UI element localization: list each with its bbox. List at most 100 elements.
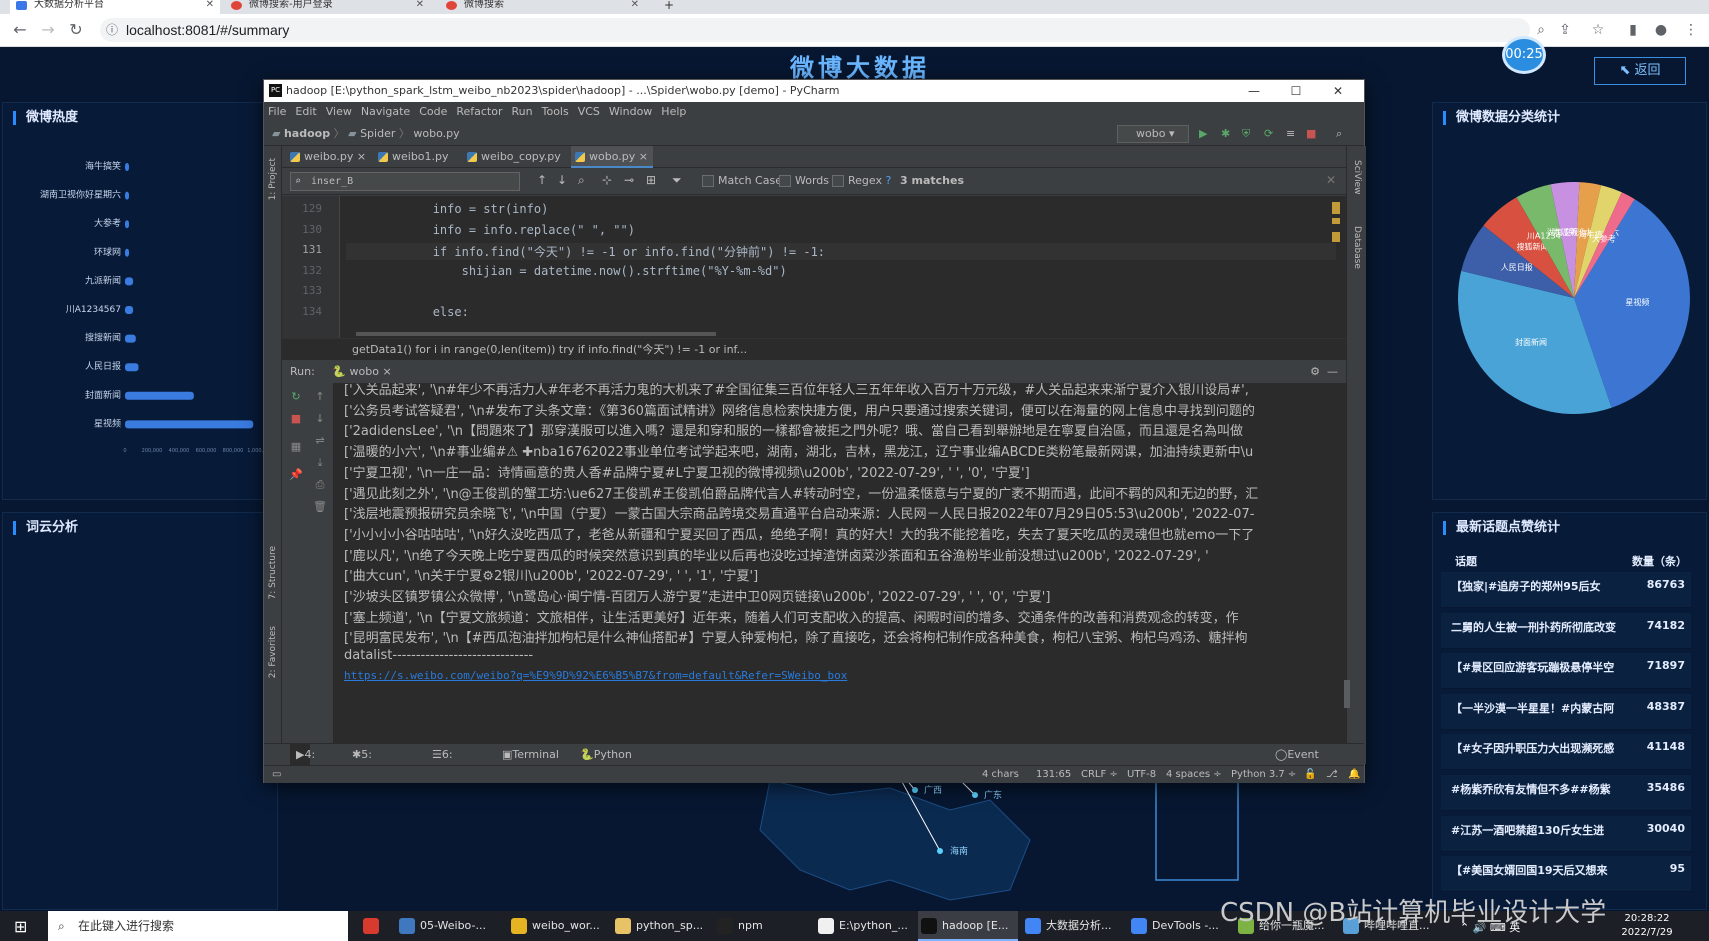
table-row[interactable]: 【#美国女婿回国19天后又想来 95: [1441, 856, 1691, 893]
hide-panel-icon[interactable]: —: [1327, 361, 1338, 383]
taskbar-app[interactable]: DevTools -...: [1128, 911, 1228, 941]
notifications-icon[interactable]: 🔔: [1348, 766, 1360, 783]
tab-wobo[interactable]: wobo.py ×: [571, 146, 653, 168]
run-console[interactable]: ['入关品起来', '\n#年少不再活力人#年老不再活力鬼的大机来了#全国征集三…: [334, 383, 1346, 743]
tab-weibo1[interactable]: weibo1.py ×: [374, 146, 460, 185]
run-icon[interactable]: ▶: [1199, 122, 1207, 146]
bar[interactable]: [125, 391, 194, 400]
menu-item[interactable]: View: [326, 105, 352, 118]
forward-arrow-icon[interactable]: →: [38, 20, 58, 40]
wrap-icon[interactable]: ⇌: [312, 433, 328, 449]
menu-item[interactable]: Code: [419, 105, 447, 118]
taskbar-app[interactable]: python_sp...: [612, 911, 712, 941]
structure-tool-tab[interactable]: 7: Structure: [268, 546, 278, 600]
taskbar-app[interactable]: weibo_wor...: [508, 911, 608, 941]
words-checkbox[interactable]: Words: [779, 174, 829, 188]
taskbar-app[interactable]: 05-Weibo-...: [396, 911, 496, 941]
console-link[interactable]: https://s.weibo.com/weibo?q=%E9%9D%92%E6…: [344, 669, 847, 682]
menu-item[interactable]: File: [268, 105, 286, 118]
remove-selection-icon[interactable]: ⊸: [624, 173, 634, 187]
bar[interactable]: [125, 277, 134, 286]
browser-tab-search[interactable]: 微博搜索 ✕: [440, 0, 645, 14]
url-input[interactable]: ⓘ localhost:8081/#/summary: [100, 18, 1530, 42]
stop-icon[interactable]: ■: [1306, 122, 1316, 146]
profile-icon[interactable]: ●: [1652, 21, 1670, 39]
layout-icon[interactable]: ▭: [272, 766, 281, 783]
git-icon[interactable]: ⎇: [1326, 766, 1338, 783]
taskbar-search-input[interactable]: ⌕ 在此键入进行搜索: [48, 911, 348, 941]
close-icon[interactable]: ✕: [631, 0, 639, 10]
table-row[interactable]: #江苏一酒吧禁超130斤女生进 30040: [1441, 815, 1691, 852]
match-case-checkbox[interactable]: Match Case: [702, 174, 782, 188]
add-selection-icon[interactable]: ⊹: [602, 173, 612, 187]
taskbar-app[interactable]: npm: [714, 911, 814, 941]
scroll-end-icon[interactable]: ⤓: [312, 455, 328, 471]
interpreter[interactable]: Python 3.7 ÷: [1231, 766, 1296, 783]
code-editor[interactable]: 129 130 131 132 133 134 info = str(info) info…: [282, 196, 1346, 338]
menu-item[interactable]: Help: [661, 105, 686, 118]
debug-tool-button[interactable]: ✱ 5: Debug: [352, 744, 397, 783]
coverage-icon[interactable]: ⛨: [1242, 122, 1250, 146]
project-tool-tab[interactable]: 1: Project: [268, 158, 278, 200]
minimize-icon[interactable]: —: [1234, 80, 1274, 102]
build-icon[interactable]: ≡: [1286, 122, 1295, 146]
bar[interactable]: [125, 163, 129, 171]
database-tool-tab[interactable]: Database: [1352, 226, 1362, 269]
bar[interactable]: [125, 248, 129, 257]
regex-checkbox[interactable]: Regex ?: [832, 174, 891, 188]
indent-setting[interactable]: 4 spaces ÷: [1166, 766, 1222, 783]
close-icon[interactable]: ✕: [416, 0, 424, 10]
table-row[interactable]: 【一半沙漠一半星星！#内蒙古阿 48387: [1441, 693, 1691, 730]
find-input[interactable]: ⌕ inser_B: [290, 172, 520, 191]
zoom-icon[interactable]: ⌕: [1532, 21, 1550, 39]
close-find-icon[interactable]: ✕: [1326, 173, 1336, 187]
menu-item[interactable]: Refactor: [456, 105, 502, 118]
menu-item[interactable]: Run: [512, 105, 533, 118]
star-icon[interactable]: ☆: [1589, 21, 1607, 39]
find-all-icon[interactable]: ⌕: [578, 173, 585, 188]
table-row[interactable]: #杨紫乔欣有友情但不多##杨紫 35486: [1441, 775, 1691, 811]
pin-icon[interactable]: 📌: [288, 467, 304, 483]
menu-item[interactable]: Navigate: [361, 105, 410, 118]
menu-item[interactable]: Window: [609, 105, 652, 118]
reload-icon[interactable]: ↻: [66, 20, 86, 40]
table-row[interactable]: 【#女子因升职压力大出现濒死感 41148: [1441, 734, 1691, 771]
gear-icon[interactable]: ⚙: [1310, 361, 1320, 383]
cursor-position[interactable]: 131:65: [1036, 766, 1071, 783]
table-row[interactable]: 二舅的人生被一刑扑药所彻底改变 74182: [1441, 612, 1691, 649]
back-arrow-icon[interactable]: ←: [10, 20, 30, 40]
file-encoding[interactable]: UTF-8: [1127, 766, 1156, 783]
debug-icon[interactable]: ✱: [1221, 122, 1230, 146]
bar[interactable]: [125, 191, 129, 200]
search-icon[interactable]: ⌕: [1336, 122, 1342, 146]
close-icon[interactable]: ✕: [206, 0, 214, 10]
bar[interactable]: [125, 220, 129, 229]
next-match-icon[interactable]: ↓: [557, 173, 567, 187]
console-scrollbar[interactable]: [1344, 680, 1350, 708]
layout-icon[interactable]: ▦: [288, 439, 304, 455]
tab-weibo[interactable]: weibo.py ×: [286, 146, 370, 168]
favorites-tool-tab[interactable]: 2: Favorites: [268, 626, 278, 678]
event-log-tool-button[interactable]: ◯ Event Log: [1275, 744, 1319, 783]
up-icon[interactable]: ↑: [312, 389, 328, 405]
windows-start-icon[interactable]: ⊞: [14, 917, 27, 936]
back-button[interactable]: ⬉ 返回: [1594, 57, 1686, 85]
bar[interactable]: [125, 363, 139, 372]
bar[interactable]: [125, 334, 136, 343]
terminal-tool-button[interactable]: ▣ Terminal: [502, 744, 559, 766]
nav-project[interactable]: hadoop: [284, 127, 330, 140]
close-icon[interactable]: ✕: [1318, 80, 1358, 102]
taskbar-app[interactable]: [360, 911, 390, 941]
sciview-tool-tab[interactable]: SciView: [1352, 160, 1362, 195]
print-icon[interactable]: ⎙: [312, 477, 328, 493]
tab-weibo-copy[interactable]: weibo_copy.py ×: [463, 146, 567, 185]
code-breadcrumbs[interactable]: getData1() for i in range(0,len(item)) t…: [282, 338, 1346, 360]
taskbar-clock[interactable]: 20:28:22 2022/7/29: [1612, 911, 1682, 941]
menu-item[interactable]: Edit: [295, 105, 316, 118]
taskbar-app[interactable]: E:\python_...: [815, 911, 915, 941]
bar[interactable]: [125, 306, 134, 314]
taskbar-app[interactable]: hadoop [E...: [918, 911, 1018, 941]
maximize-icon[interactable]: ☐: [1276, 80, 1316, 102]
sidebar-icon[interactable]: ▮: [1624, 21, 1642, 39]
run-tool-button[interactable]: ▶ 4: Run: [290, 744, 326, 783]
